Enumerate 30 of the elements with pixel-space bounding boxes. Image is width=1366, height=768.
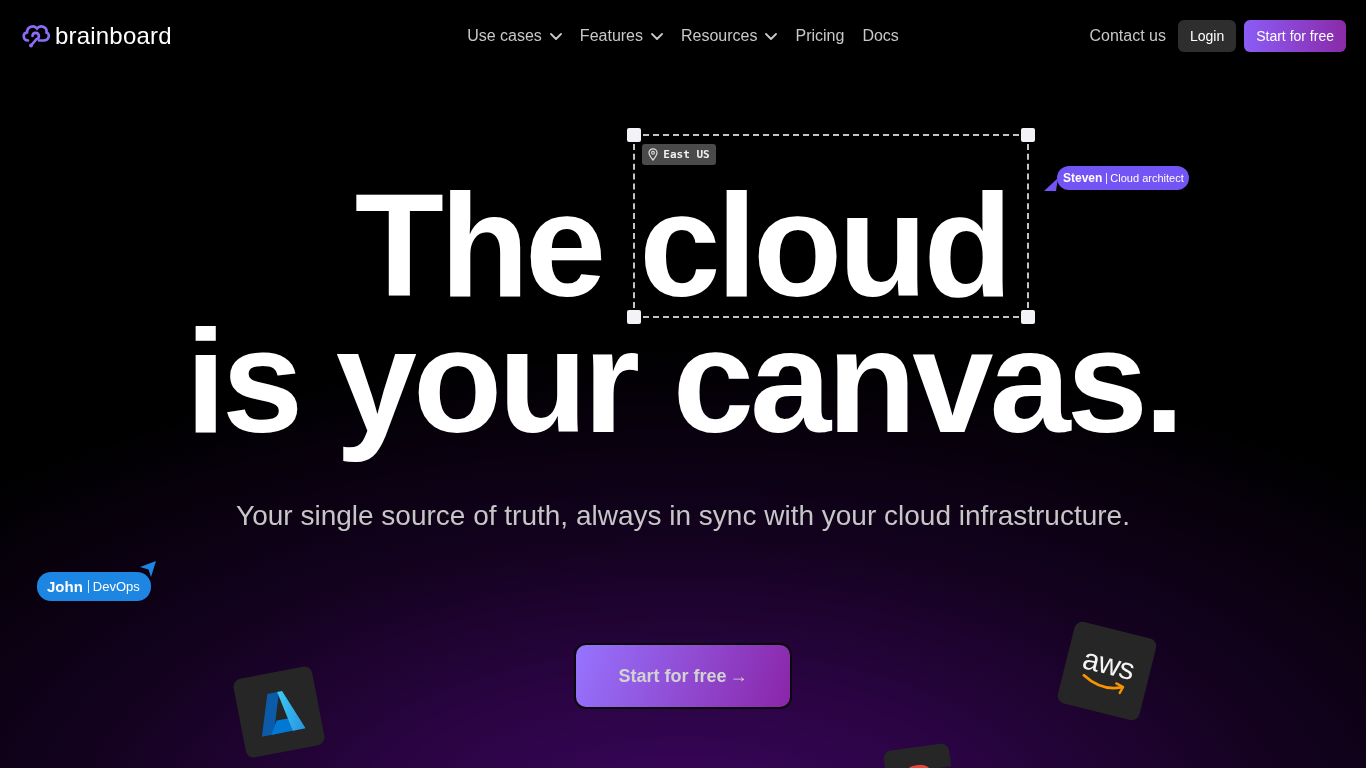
region-label: East US: [663, 147, 710, 162]
nav-link[interactable]: Use cases: [467, 26, 562, 46]
nav-link[interactable]: Pricing: [795, 26, 845, 46]
headline-text: The: [354, 178, 603, 313]
chevron-down-icon: [765, 32, 778, 40]
handle-square-icon: [627, 310, 642, 324]
signup-button[interactable]: Start for free: [1244, 20, 1346, 52]
contact-link[interactable]: Contact us: [1089, 26, 1166, 46]
login-button[interactable]: Login: [1177, 20, 1237, 52]
cta-button[interactable]: Start for free →: [574, 643, 792, 709]
nav-link[interactable]: Docs: [862, 26, 899, 46]
handle-square-icon: [1021, 310, 1036, 324]
user-role: DevOps: [87, 580, 140, 593]
chevron-down-icon: [651, 32, 663, 40]
headline-text: cloud: [639, 178, 1009, 313]
brain-cloud-logo-icon[interactable]: [20, 23, 50, 49]
logo-wordmark: aws: [1080, 645, 1137, 684]
nav-link[interactable]: Resources: [681, 26, 778, 46]
user-name: Steven: [1063, 171, 1103, 185]
handle-square-icon: [627, 128, 642, 142]
pointer-icon: [139, 561, 156, 577]
handle-square-icon: [1021, 128, 1036, 142]
subtitle: Your single source of truth, always in sync with your cloud infrastructure.: [236, 499, 1130, 533]
nav-link[interactable]: Features: [579, 26, 663, 46]
brand-name[interactable]: brainboard: [55, 22, 172, 50]
user-name: John: [47, 578, 83, 595]
user-role: Cloud architect: [1106, 172, 1184, 184]
chevron-down-icon: [549, 32, 562, 40]
headline-text: is your canvas.: [185, 325, 1181, 464]
map-pin-icon: [648, 148, 659, 161]
